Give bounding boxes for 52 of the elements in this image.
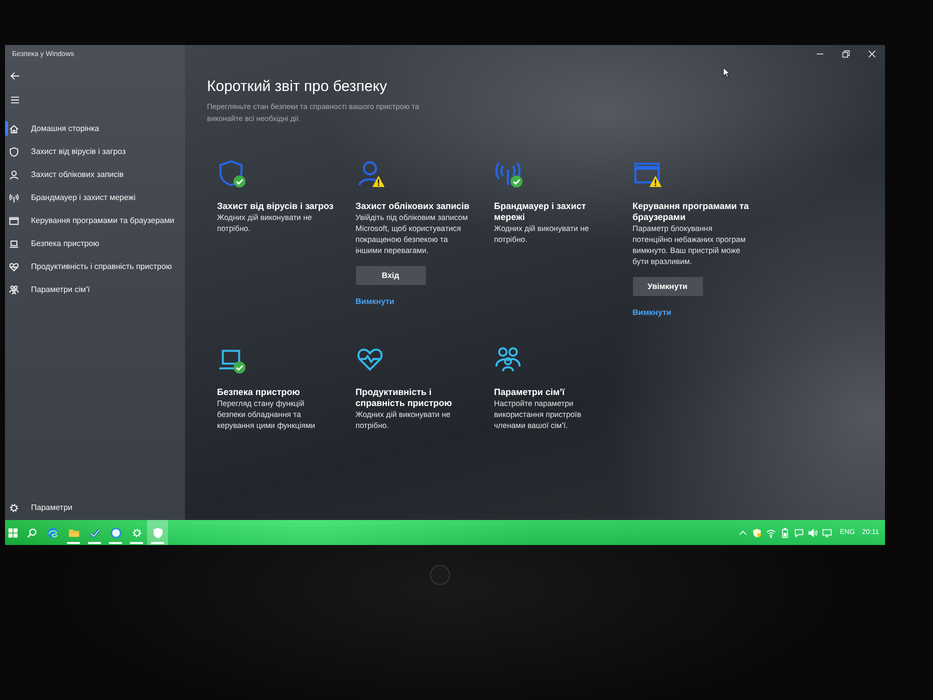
folder-icon: [68, 526, 80, 538]
nav-item[interactable]: Параметри: [5, 496, 72, 519]
family-icon: [494, 345, 522, 373]
monitor-icon[interactable]: [822, 528, 832, 538]
shield-icon: [9, 146, 19, 156]
shield-icon: [217, 159, 245, 187]
nav-item[interactable]: Домашня сторінка: [5, 117, 100, 140]
page-title: Короткий звіт про безпеку: [207, 78, 387, 96]
circle-icon: [110, 526, 122, 538]
shield-icon: [152, 526, 164, 538]
dismiss-link[interactable]: Вимкнути: [356, 296, 394, 307]
mouse-pointer-icon: [723, 67, 730, 78]
back-arrow-icon: [10, 70, 20, 80]
card-title: Керування програмами та браузерами: [632, 201, 750, 223]
dismiss-link[interactable]: Вимкнути: [632, 307, 672, 318]
card-title: Параметри сім’ї: [494, 387, 566, 398]
battery-icon[interactable]: [780, 528, 790, 538]
browser-window-icon: [9, 216, 19, 226]
settings-icon: [130, 526, 142, 538]
card-title: Безпека пристрою: [217, 387, 301, 398]
swirl-icon: [46, 526, 58, 538]
card-title: Брандмауер і захист мережі: [494, 201, 587, 223]
nav-item[interactable]: Параметри сім’ї: [5, 278, 90, 301]
menu-icon: [10, 96, 20, 104]
settings-icon: [9, 502, 19, 512]
nav-item[interactable]: Захист облікових записів: [5, 163, 124, 186]
restore-icon: [842, 50, 850, 58]
logo-icon: [429, 564, 451, 586]
heart-icon: [9, 262, 19, 272]
shield-icon[interactable]: [752, 528, 762, 538]
home-icon: [9, 124, 19, 134]
card-title: Захист облікових записів: [356, 201, 470, 212]
laptop-icon: [9, 238, 19, 248]
card-title: Захист від вірусів і загроз: [217, 201, 335, 212]
search-icon: [26, 528, 36, 538]
action-button[interactable]: Вхід: [356, 266, 426, 285]
tiles-icon: [8, 528, 18, 538]
nav-item[interactable]: Захист від вірусів і загроз: [5, 140, 126, 163]
nav-item[interactable]: Безпека пристрою: [5, 232, 100, 255]
wifi-icon[interactable]: [766, 528, 776, 538]
nav-item[interactable]: Керування програмами та браузерами: [5, 209, 174, 232]
card-title: Продуктивність і справність пристрою: [356, 387, 453, 409]
nav-item[interactable]: Брандмауер і захист мережі: [5, 186, 136, 209]
message-icon[interactable]: [794, 528, 804, 538]
family-icon: [9, 284, 19, 294]
antenna-icon: [9, 192, 19, 202]
close-icon: [868, 50, 876, 58]
checkmark-icon: [88, 526, 100, 538]
action-button[interactable]: Увімкнути: [632, 277, 702, 296]
person-icon: [9, 170, 19, 180]
volume-icon[interactable]: [808, 528, 818, 538]
nav-item[interactable]: Продуктивність і справність пристрою: [5, 255, 172, 278]
